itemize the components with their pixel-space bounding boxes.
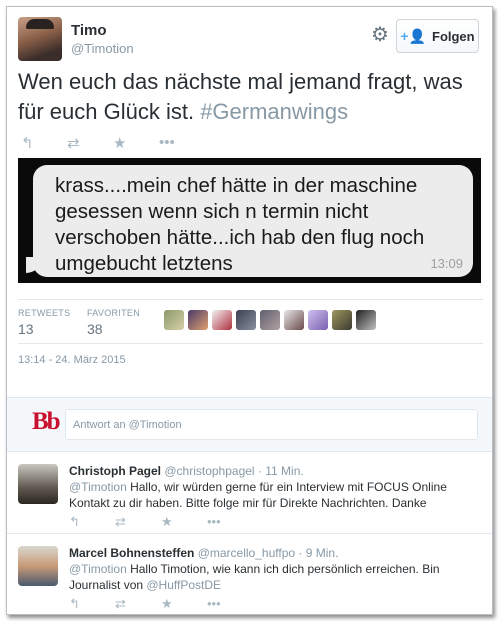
follow-button-label: Folgen [432,28,475,44]
avatar[interactable] [18,464,58,504]
reply-icon[interactable]: ↰ [69,514,115,530]
avatar[interactable] [308,310,328,330]
avatar[interactable] [164,310,184,330]
tweet-permalink-card: Timo @Timotion ⚙ +👤 Folgen Wen euch das … [6,6,493,615]
reply-text: @Timotion Hallo, wir würden gerne für ei… [69,479,479,511]
reply-author-handle[interactable]: @christophpagel [164,464,254,478]
favorite-stat[interactable]: FAVORITEN 38 [87,308,140,337]
bild-logo: Bb [32,408,61,435]
tweet-header: Timo @Timotion ⚙ +👤 Folgen [7,7,492,69]
tweet-actions: ↰ ⇄ ★ ••• [21,134,205,152]
reply-icon[interactable]: ↰ [21,134,67,152]
reply-time[interactable]: · 9 Min. [298,546,338,560]
follow-user-icon: +👤 [400,27,426,44]
more-icon[interactable]: ••• [159,134,205,152]
more-icon[interactable]: ••• [207,514,253,530]
favorites-count: 38 [87,321,103,337]
reply-actions: ↰ ⇄ ★ ••• [69,514,253,530]
retweet-icon[interactable]: ⇄ [67,134,113,152]
avatar[interactable] [284,310,304,330]
author-name[interactable]: Timo [71,22,107,39]
avatar[interactable] [332,310,352,330]
mention-link[interactable]: @Timotion [69,480,127,494]
favorite-icon[interactable]: ★ [113,134,159,152]
more-icon[interactable]: ••• [207,596,253,612]
reply-header: Christoph Pagel @christophpagel · 11 Min… [69,464,304,478]
retweet-icon[interactable]: ⇄ [115,514,161,530]
list-item[interactable]: Christoph Pagel @christophpagel · 11 Min… [7,452,492,534]
tweet-timestamp[interactable]: 13:14 - 24. März 2015 [18,354,126,366]
retweets-count: 13 [18,321,34,337]
reply-input[interactable]: Antwort an @Timotion [65,409,478,440]
avatar[interactable] [356,310,376,330]
tweet-media-image[interactable]: krass....mein chef hätte in der maschine… [18,158,481,283]
reply-author-name[interactable]: Christoph Pagel [69,464,161,478]
divider [18,299,483,300]
retweet-stat[interactable]: RETWEETS 13 [18,308,70,337]
chat-bubble: krass....mein chef hätte in der maschine… [26,165,473,277]
hashtag-link[interactable]: #Germanwings [200,99,348,124]
author-handle[interactable]: @Timotion [71,41,134,56]
reply-actions: ↰ ⇄ ★ ••• [69,596,253,612]
mention-link[interactable]: @HuffPostDE [146,578,221,592]
reply-placeholder-handle: @Timotion [128,419,182,431]
favorites-label: FAVORITEN [87,308,141,318]
retweets-label: RETWEETS [18,308,71,318]
reply-author-handle[interactable]: @marcello_huffpo [198,546,295,560]
follow-button[interactable]: +👤 Folgen [396,19,479,53]
avatar[interactable] [18,17,62,61]
favorite-icon[interactable]: ★ [161,514,207,530]
retweet-icon[interactable]: ⇄ [115,596,161,612]
reply-author-name[interactable]: Marcel Bohnensteffen [69,546,194,560]
divider [18,343,483,344]
reply-icon[interactable]: ↰ [69,596,115,612]
avatar[interactable] [212,310,232,330]
avatar[interactable] [236,310,256,330]
chat-message: krass....mein chef hätte in der maschine… [55,174,425,275]
reply-header: Marcel Bohnensteffen @marcello_huffpo · … [69,546,338,560]
mention-link[interactable]: @Timotion [69,562,127,576]
reply-box: Bb Antwort an @Timotion [7,397,492,452]
reply-placeholder-prefix: Antwort an [73,419,129,431]
list-item[interactable]: Marcel Bohnensteffen @marcello_huffpo · … [7,534,492,614]
tweet-text: Wen euch das nächste mal jemand fragt, w… [18,67,483,127]
avatar[interactable] [260,310,280,330]
chat-time: 13:09 [430,256,463,271]
reply-time[interactable]: · 11 Min. [258,464,304,478]
avatar[interactable] [188,310,208,330]
avatar[interactable] [18,546,58,586]
favorite-icon[interactable]: ★ [161,596,207,612]
reply-text: @Timotion Hallo Timotion, wie kann ich d… [69,561,479,593]
gear-icon[interactable]: ⚙ [369,24,391,46]
favoriter-avatars [164,310,376,330]
